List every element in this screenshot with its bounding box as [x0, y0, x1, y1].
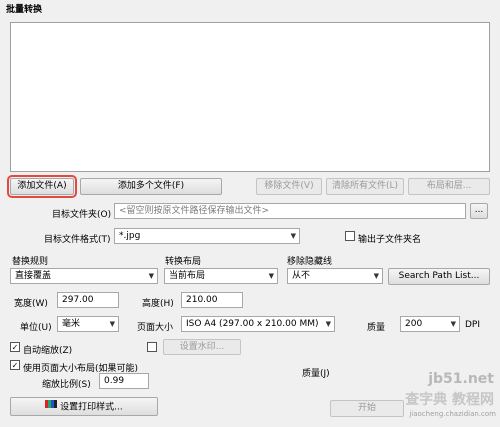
target-folder-input[interactable]: <留空则按原文件路径保存输出文件> [114, 203, 466, 219]
page-size-value: ISO A4 (297.00 x 210.00 MM) [186, 319, 319, 329]
watermark-url: jiaocheng.chazidian.com [409, 410, 496, 418]
replace-rule-value: 直接覆盖 [15, 271, 52, 281]
unit-select[interactable]: 毫米 ▼ [57, 316, 119, 332]
height-label: 高度(H) [142, 299, 174, 309]
clear-all-files-button[interactable]: 清除所有文件(L) [326, 178, 404, 195]
target-format-select[interactable]: *.jpg ▼ [114, 228, 300, 244]
printer-icon [45, 398, 58, 415]
use-page-layout-checkbox[interactable]: ✓ [10, 360, 20, 370]
remove-hidden-lines-label: 移除隐藏线 [287, 257, 333, 267]
chevron-down-icon: ▼ [325, 320, 331, 328]
site-watermark: jb51.net 查字典 教程网 jiaocheng.chazidian.com [360, 371, 500, 427]
page-size-select[interactable]: ISO A4 (297.00 x 210.00 MM) ▼ [181, 316, 335, 332]
subfolder-label: 输出子文件夹名 [358, 235, 422, 245]
chevron-down-icon: ▼ [109, 320, 115, 328]
watermark-site: jb51.net [428, 371, 494, 387]
chevron-down-icon: ▼ [148, 272, 154, 280]
target-format-label: 目标文件格式(T) [44, 235, 111, 245]
search-path-list-button[interactable]: Search Path List... [388, 268, 490, 285]
target-folder-label: 目标文件夹(O) [52, 210, 112, 220]
convert-layout-value: 当前布局 [169, 271, 206, 281]
add-file-button[interactable]: 添加文件(A) [7, 175, 77, 198]
subfolder-checkbox[interactable] [345, 231, 355, 241]
unit-label: 单位(U) [20, 323, 52, 333]
width-label: 宽度(W) [14, 299, 48, 309]
target-format-value: *.jpg [119, 231, 141, 241]
chevron-down-icon: ▼ [290, 232, 296, 240]
auto-zoom-checkbox[interactable]: ✓ [10, 342, 20, 352]
quality-dpi-value: 200 [405, 319, 423, 329]
quality-label: 质量 [367, 323, 386, 333]
scale-input[interactable]: 0.99 [99, 373, 149, 389]
width-input[interactable]: 297.00 [57, 292, 119, 308]
set-watermark-button[interactable]: 设置水印... [163, 339, 241, 355]
add-multiple-files-button[interactable]: 添加多个文件(F) [80, 178, 222, 195]
quality-dpi-select[interactable]: 200 ▼ [400, 316, 460, 332]
quality-j-label: 质量(J) [302, 369, 330, 379]
auto-zoom-label: 自动缩放(Z) [23, 346, 73, 356]
chevron-down-icon: ▼ [268, 272, 274, 280]
remove-hidden-lines-value: 从不 [292, 271, 311, 281]
layout-layers-button[interactable]: 布局和层... [408, 178, 490, 195]
replace-rule-select[interactable]: 直接覆盖 ▼ [10, 268, 158, 284]
browse-button[interactable]: ... [470, 203, 488, 219]
unit-value: 毫米 [62, 319, 81, 329]
watermark-brand: 查字典 教程网 [405, 392, 494, 408]
watermark-checkbox[interactable] [147, 342, 157, 352]
dpi-unit-label: DPI [465, 320, 481, 330]
convert-layout-select[interactable]: 当前布局 ▼ [164, 268, 278, 284]
scale-label: 缩放比例(S) [42, 380, 91, 390]
remove-hidden-lines-select[interactable]: 从不 ▼ [287, 268, 383, 284]
height-input[interactable]: 210.00 [181, 292, 243, 308]
print-style-button[interactable]: 设置打印样式... [10, 397, 158, 416]
chevron-down-icon: ▼ [450, 320, 456, 328]
convert-layout-label: 转换布局 [165, 257, 202, 267]
print-style-label: 设置打印样式... [60, 402, 123, 413]
remove-file-button[interactable]: 移除文件(V) [256, 178, 322, 195]
page-size-label: 页面大小 [137, 323, 174, 333]
window-title: 批量转换 [6, 5, 43, 15]
file-list[interactable] [10, 22, 490, 172]
chevron-down-icon: ▼ [373, 272, 379, 280]
replace-rule-label: 替换规则 [12, 257, 49, 267]
